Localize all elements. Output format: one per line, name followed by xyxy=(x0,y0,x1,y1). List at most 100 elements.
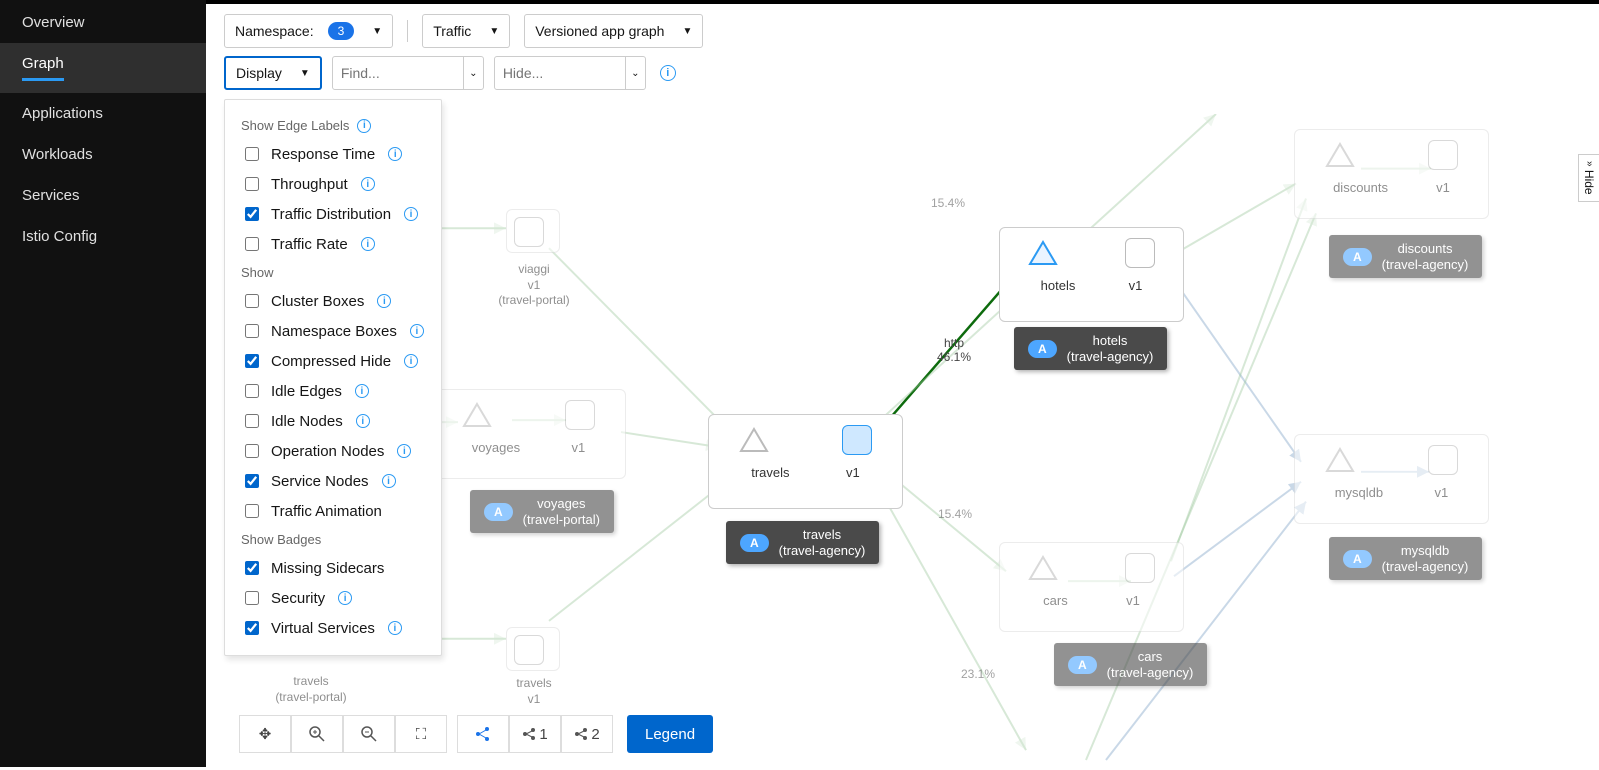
info-icon[interactable]: i xyxy=(361,237,375,251)
node-travels[interactable]: travelsv1 xyxy=(708,414,903,509)
checkbox[interactable] xyxy=(245,474,259,488)
badge-hotels[interactable]: A hotels(travel-agency) xyxy=(1014,327,1167,370)
find-caret[interactable]: ⌄ xyxy=(463,57,483,89)
opt-service-nodes[interactable]: Service Nodesi xyxy=(225,466,441,496)
badge-ns: (travel-agency) xyxy=(1382,257,1469,273)
graph-type-label: Versioned app graph xyxy=(535,23,664,39)
checkbox[interactable] xyxy=(245,561,259,575)
info-icon[interactable]: i xyxy=(388,147,402,161)
info-icon[interactable]: i xyxy=(338,591,352,605)
traffic-select[interactable]: Traffic ▼ xyxy=(422,14,510,48)
sidebar-item-graph[interactable]: Graph xyxy=(0,43,206,93)
info-icon[interactable]: i xyxy=(410,324,424,338)
badge-travels[interactable]: A travels(travel-agency) xyxy=(726,521,879,564)
info-icon[interactable]: i xyxy=(404,354,418,368)
checkbox[interactable] xyxy=(245,414,259,428)
checkbox[interactable] xyxy=(245,591,259,605)
checkbox[interactable] xyxy=(245,384,259,398)
info-icon[interactable]: i xyxy=(361,177,375,191)
zoom-in-button[interactable] xyxy=(291,715,343,753)
layout-default-button[interactable] xyxy=(457,715,509,753)
info-icon[interactable]: i xyxy=(377,294,391,308)
checkbox[interactable] xyxy=(245,237,259,251)
node-voyages[interactable]: voyagesv1 xyxy=(431,389,626,479)
hide-input[interactable] xyxy=(495,61,625,85)
badge-voyages[interactable]: A voyages(travel-portal) xyxy=(470,490,614,533)
svc-version: v1 xyxy=(1436,180,1450,195)
opt-security[interactable]: Security i xyxy=(225,583,441,613)
legend-button[interactable]: Legend xyxy=(627,715,713,753)
node-travels-left-label: travels (travel-portal) xyxy=(261,674,361,705)
display-select[interactable]: Display ▼ xyxy=(224,56,322,90)
find-input[interactable] xyxy=(333,61,463,85)
info-icon[interactable]: i xyxy=(357,119,371,133)
svc-name: cars xyxy=(1043,593,1068,608)
opt-throughput[interactable]: Throughputi xyxy=(225,169,441,199)
badge-cars[interactable]: A cars(travel-agency) xyxy=(1054,643,1207,686)
opt-label: Security xyxy=(271,590,325,607)
sidebar-item-applications[interactable]: Applications xyxy=(0,93,206,134)
graph-type-select[interactable]: Versioned app graph ▼ xyxy=(524,14,703,48)
workload-square-icon xyxy=(842,425,872,455)
checkbox[interactable] xyxy=(245,324,259,338)
sidebar-item-services[interactable]: Services xyxy=(0,175,206,216)
svc-version: v1 xyxy=(1126,593,1140,608)
node-hotels[interactable]: hotelsv1 xyxy=(999,227,1184,322)
info-icon[interactable]: i xyxy=(355,384,369,398)
checkbox[interactable] xyxy=(245,294,259,308)
layout-2-button[interactable]: 2 xyxy=(561,715,613,753)
node-travels-portal-small[interactable] xyxy=(506,627,560,671)
badge-ns: (travel-agency) xyxy=(779,543,866,559)
app-chip: A xyxy=(1028,340,1057,358)
checkbox[interactable] xyxy=(245,177,259,191)
drag-button[interactable]: ✥ xyxy=(239,715,291,753)
node-mysqldb[interactable]: mysqldbv1 xyxy=(1294,434,1489,524)
badge-mysqldb[interactable]: A mysqldb(travel-agency) xyxy=(1329,537,1482,580)
opt-operation-nodes[interactable]: Operation Nodesi xyxy=(225,436,441,466)
opt-cluster-boxes[interactable]: Cluster Boxesi xyxy=(225,286,441,316)
checkbox[interactable] xyxy=(245,147,259,161)
opt-idle-nodes[interactable]: Idle Nodesi xyxy=(225,406,441,436)
checkbox[interactable] xyxy=(245,444,259,458)
opt-missing-sidecars[interactable]: Missing Sidecars xyxy=(225,553,441,583)
badge-app-name: discounts xyxy=(1382,241,1469,257)
svc-name: hotels xyxy=(1041,278,1076,293)
hide-panel-tab[interactable]: » Hide xyxy=(1578,154,1599,202)
checkbox[interactable] xyxy=(245,504,259,518)
svc-name: mysqldb xyxy=(1335,485,1383,500)
node-viaggi[interactable] xyxy=(506,209,560,253)
toolbar-row-2: Display ▼ ⌄ ⌄ i xyxy=(206,54,1599,100)
node-cars[interactable]: cars v1 xyxy=(999,542,1184,632)
sidebar-item-workloads[interactable]: Workloads xyxy=(0,134,206,175)
namespace-select[interactable]: Namespace: 3 ▼ xyxy=(224,14,393,48)
workload-square-icon xyxy=(1125,238,1155,268)
sidebar-item-overview[interactable]: Overview xyxy=(0,2,206,43)
opt-idle-edges[interactable]: Idle Edgesi xyxy=(225,376,441,406)
info-icon[interactable]: i xyxy=(404,207,418,221)
opt-namespace-boxes[interactable]: Namespace Boxesi xyxy=(225,316,441,346)
info-icon[interactable]: i xyxy=(388,621,402,635)
opt-traffic-distribution[interactable]: Traffic Distributioni xyxy=(225,199,441,229)
info-icon[interactable]: i xyxy=(382,474,396,488)
opt-traffic-animation[interactable]: Traffic Animation xyxy=(225,496,441,526)
caret-down-icon: ▼ xyxy=(489,26,499,37)
opt-compressed-hide[interactable]: Compressed Hidei xyxy=(225,346,441,376)
info-icon[interactable]: i xyxy=(356,414,370,428)
checkbox[interactable] xyxy=(245,207,259,221)
zoom-out-button[interactable] xyxy=(343,715,395,753)
badge-discounts[interactable]: A discounts(travel-agency) xyxy=(1329,235,1482,278)
opt-virtual-services[interactable]: Virtual Servicesi xyxy=(225,613,441,643)
checkbox[interactable] xyxy=(245,621,259,635)
workload-square-icon xyxy=(1428,140,1458,170)
hide-caret[interactable]: ⌄ xyxy=(625,57,645,89)
fit-button[interactable]: ⛶ xyxy=(395,715,447,753)
opt-response-time[interactable]: Response Timei xyxy=(225,139,441,169)
node-discounts[interactable]: discountsv1 xyxy=(1294,129,1489,219)
info-icon[interactable]: i xyxy=(397,444,411,458)
layout-1-label: 1 xyxy=(539,726,547,743)
info-icon[interactable]: i xyxy=(660,65,676,81)
layout-1-button[interactable]: 1 xyxy=(509,715,561,753)
opt-traffic-rate[interactable]: Traffic Ratei xyxy=(225,229,441,259)
checkbox[interactable] xyxy=(245,354,259,368)
sidebar-item-istio-config[interactable]: Istio Config xyxy=(0,216,206,257)
